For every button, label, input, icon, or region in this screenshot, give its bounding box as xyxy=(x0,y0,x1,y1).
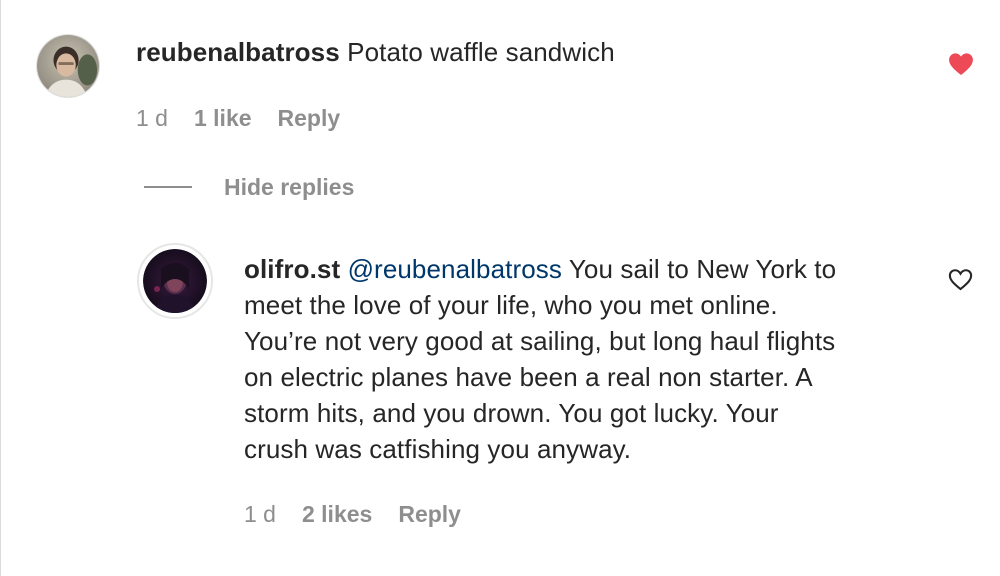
reply-likes-count[interactable]: 2 likes xyxy=(302,499,372,529)
reply-text-line: You’re not very good at sailing, but lon… xyxy=(244,326,836,356)
reply-line-1: olifro.st @reubenalbatross You sail to N… xyxy=(244,251,944,287)
heart-outline-icon xyxy=(948,269,973,291)
hide-replies-line xyxy=(144,186,192,188)
heart-filled-icon xyxy=(949,53,973,76)
comment-username[interactable]: reubenalbatross xyxy=(136,37,340,67)
avatar-reubenalbatross[interactable] xyxy=(36,34,100,98)
reply-text-line: crush was catfishing you anyway. xyxy=(244,434,632,464)
comment-timestamp: 1 d xyxy=(136,105,168,131)
reply-timestamp: 1 d xyxy=(244,501,276,527)
comment-like-button[interactable] xyxy=(948,52,974,76)
comment-meta: 1 d 1 like Reply xyxy=(136,103,340,133)
avatar-olifro-st[interactable] xyxy=(137,243,213,319)
reply-text-line: on electric planes have been a real non … xyxy=(244,362,813,392)
reply-mention[interactable]: @reubenalbatross xyxy=(348,254,562,284)
comments-panel: reubenalbatross Potato waffle sandwich 1… xyxy=(0,0,1000,576)
reply-text-line: meet the love of your life, who you met … xyxy=(244,290,778,320)
comment-text: Potato waffle sandwich xyxy=(347,37,615,67)
reply-like-button[interactable] xyxy=(948,268,973,291)
hide-replies-label: Hide replies xyxy=(224,174,355,200)
reply-body: olifro.st @reubenalbatross You sail to N… xyxy=(244,251,944,467)
hide-replies-button[interactable]: Hide replies xyxy=(144,172,354,202)
avatar-image xyxy=(143,249,207,313)
reply-text-line: You sail to New York to xyxy=(568,254,837,284)
reply-username[interactable]: olifro.st xyxy=(244,254,340,284)
reply-text-line: storm hits, and you drown. You got lucky… xyxy=(244,398,779,428)
reply-meta: 1 d 2 likes Reply xyxy=(244,499,461,529)
comment-body: reubenalbatross Potato waffle sandwich xyxy=(136,34,615,70)
avatar-image xyxy=(37,35,99,97)
comment-likes-count[interactable]: 1 like xyxy=(194,103,252,133)
reply-reply-button[interactable]: Reply xyxy=(398,499,461,529)
comment-reply-button[interactable]: Reply xyxy=(278,103,341,133)
